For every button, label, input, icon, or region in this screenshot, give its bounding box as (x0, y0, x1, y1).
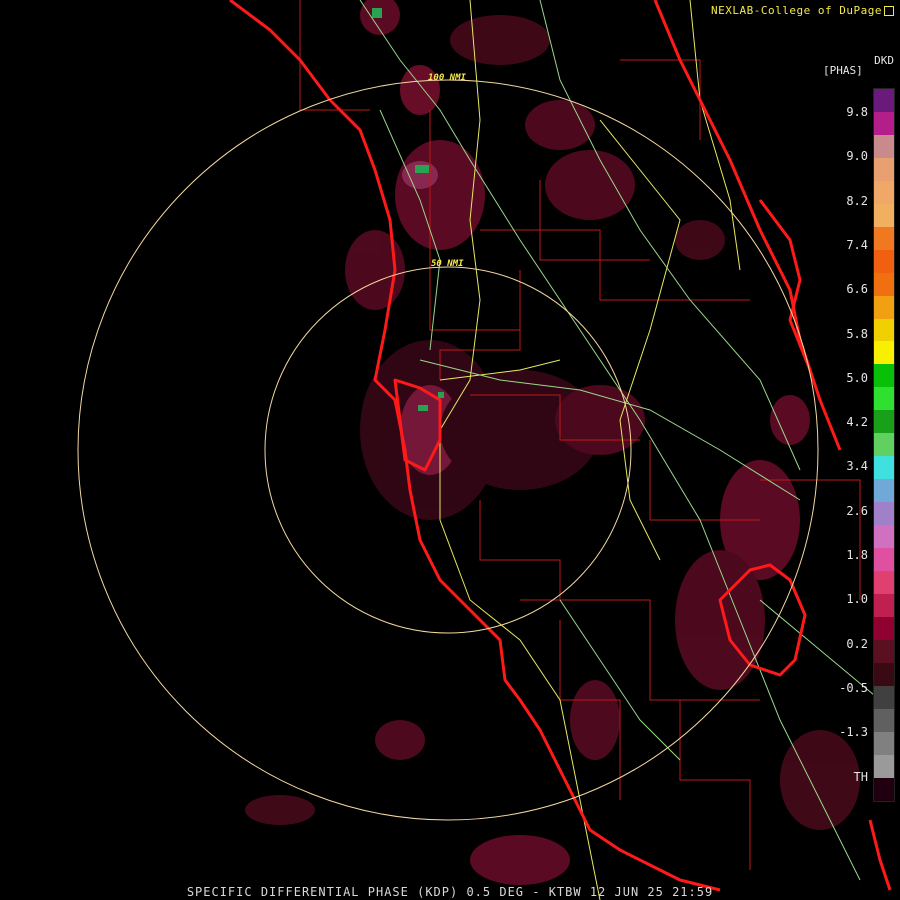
legend-tick-label: TH (853, 769, 868, 784)
legend-swatch (874, 731, 894, 755)
legend-swatch (874, 180, 894, 204)
legend-swatch (874, 685, 894, 709)
ring-label-50nmi: 50 NMI (431, 259, 464, 269)
legend-swatch (874, 548, 894, 572)
legend-swatch (874, 456, 894, 480)
legend-swatch (874, 662, 894, 686)
legend-swatch (874, 410, 894, 434)
link-icon (884, 6, 894, 16)
legend-swatch (874, 754, 894, 778)
legend-tick-label: -0.5 (839, 680, 868, 695)
legend-swatch (874, 364, 894, 388)
legend-swatch (874, 777, 894, 801)
legend-swatch (874, 157, 894, 181)
legend-swatch (874, 502, 894, 526)
legend-swatch (874, 616, 894, 640)
credit-label: NEXLAB-College of DuPage (711, 4, 894, 17)
legend-swatch (874, 593, 894, 617)
legend-swatch (874, 708, 894, 732)
legend-units: [PHAS] (823, 64, 863, 77)
legend-swatch (874, 89, 894, 112)
legend-tick-label: 1.0 (846, 592, 868, 607)
legend-tick-label: 5.0 (846, 370, 868, 385)
legend-tick-label: 0.2 (846, 636, 868, 651)
radar-map (0, 0, 900, 900)
legend-swatch (874, 111, 894, 135)
legend-tick-label: 8.2 (846, 193, 868, 208)
legend-swatch (874, 639, 894, 663)
legend-tick-label: 9.8 (846, 105, 868, 119)
product-caption: SPECIFIC DIFFERENTIAL PHASE (KDP) 0.5 DE… (186, 885, 714, 899)
legend-swatch (874, 433, 894, 457)
ring-label-100nmi: 100 NMI (428, 73, 466, 83)
legend-tick-label: 2.6 (846, 503, 868, 518)
legend-tick-label: 7.4 (846, 237, 868, 252)
legend-swatch (874, 571, 894, 594)
legend-tick-label: 6.6 (846, 282, 868, 297)
legend-tick-label: 3.4 (846, 459, 868, 474)
legend-swatch (874, 134, 894, 158)
legend-swatch (874, 318, 894, 342)
legend-swatch (874, 341, 894, 365)
legend-swatch (874, 387, 894, 411)
legend-tick-label: 4.2 (846, 415, 868, 430)
legend-tick-label: -1.3 (839, 725, 868, 740)
legend-tick-label: 5.8 (846, 326, 868, 341)
legend-swatch (874, 272, 894, 296)
legend-swatch (874, 249, 894, 273)
legend-product-code: DKD (874, 54, 894, 67)
legend-tick-label: 1.8 (846, 548, 868, 562)
legend-swatch (874, 525, 894, 549)
legend-swatch (874, 295, 894, 319)
legend-swatch (874, 226, 894, 250)
legend-swatch (874, 203, 894, 227)
legend-swatch (874, 479, 894, 503)
legend-color-scale (873, 88, 895, 802)
legend-tick-label: 9.0 (846, 149, 868, 164)
